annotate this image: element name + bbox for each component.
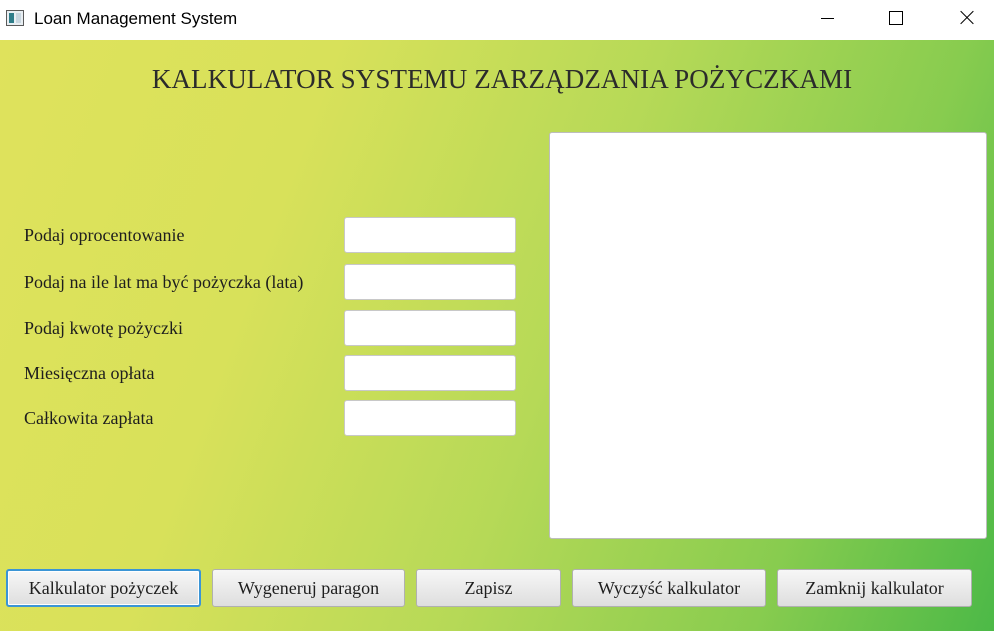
main-panel: KALKULATOR SYSTEMU ZARZĄDZANIA POŻYCZKAM… [0, 40, 994, 631]
total-payment-field[interactable] [344, 400, 516, 436]
monthly-payment-field[interactable] [344, 355, 516, 391]
close-calculator-button[interactable]: Zamknij kalkulator [777, 569, 972, 607]
interest-rate-input[interactable] [344, 217, 516, 253]
interest-rate-label: Podaj oprocentowanie [24, 225, 185, 245]
app-window-icon [6, 10, 24, 26]
minimize-icon[interactable] [804, 0, 850, 36]
application-window: Loan Management System KALKULATOR SYSTEM… [0, 0, 994, 631]
page-title: KALKULATOR SYSTEMU ZARZĄDZANIA POŻYCZKAM… [151, 64, 853, 94]
title-bar[interactable]: Loan Management System [0, 0, 994, 38]
loan-years-input[interactable] [344, 264, 516, 300]
maximize-icon[interactable] [873, 0, 919, 36]
total-payment-label: Całkowita zapłata [24, 408, 154, 428]
close-icon[interactable] [944, 0, 990, 36]
clear-calculator-button[interactable]: Wyczyść kalkulator [572, 569, 766, 607]
monthly-payment-label: Miesięczna opłata [24, 363, 155, 383]
receipt-textarea[interactable] [549, 132, 987, 539]
generate-receipt-button[interactable]: Wygeneruj paragon [212, 569, 405, 607]
loan-calculator-button[interactable]: Kalkulator pożyczek [6, 569, 201, 607]
app-icon-pane-left [9, 13, 14, 23]
loan-amount-input[interactable] [344, 310, 516, 346]
loan-amount-label: Podaj kwotę pożyczki [24, 318, 183, 338]
window-title: Loan Management System [34, 9, 238, 28]
save-button[interactable]: Zapisz [416, 569, 561, 607]
loan-years-label: Podaj na ile lat ma być pożyczka (lata) [24, 272, 304, 292]
app-icon-pane-right [16, 13, 21, 23]
